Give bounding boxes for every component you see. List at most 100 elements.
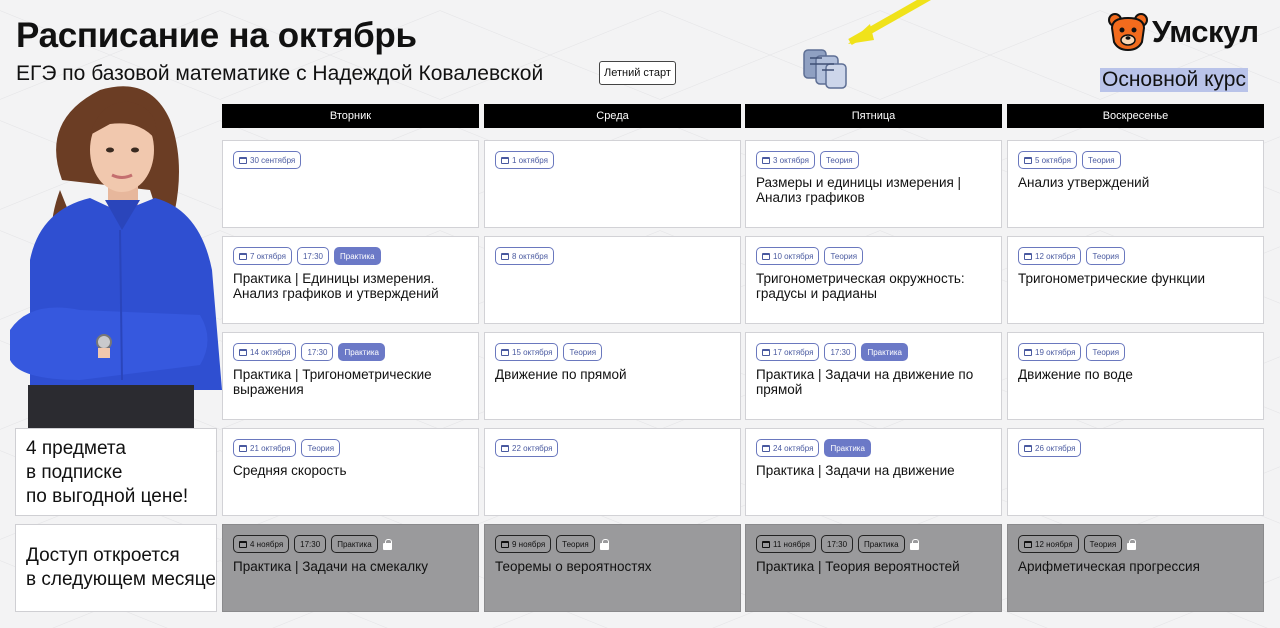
access-line: в следующем месяце (26, 569, 216, 590)
lesson-tags: 3 октября Теория (756, 151, 991, 169)
lesson-title: Арифметическая прогрессия (1018, 559, 1200, 574)
date-tag: 14 октября (233, 343, 297, 361)
time-tag: 17:30 (821, 535, 854, 553)
lesson-card[interactable]: 7 октября 17:30 Практика Практика | Единицы… (222, 236, 479, 324)
lesson-title: Анализ утверждений (1018, 175, 1150, 190)
subscription-promo: 4 предмета в подписке по выгодной цене! (15, 428, 217, 516)
lesson-tags: 21 октября Теория (233, 439, 468, 457)
lesson-card[interactable]: 4 ноября 17:30 Практика Практика | Задачи н… (222, 524, 479, 612)
time-tag: 17:30 (824, 343, 857, 361)
page-title: Расписание на октябрь (16, 16, 417, 55)
date-tag: 8 октября (495, 247, 554, 265)
day-header-tuesday: Вторник (222, 104, 479, 128)
access-line: Доступ откроется (26, 545, 180, 566)
lesson-tags: 14 октября 17:30 Практика (233, 343, 468, 361)
lesson-type-tag: Теория (1086, 247, 1126, 265)
lesson-title: Средняя скорость (233, 463, 347, 478)
lesson-tags: 8 октября (495, 247, 730, 265)
lesson-card[interactable]: 14 октября 17:30 Практика Практика | Тригон… (222, 332, 479, 420)
course-label: Основной курс (1100, 68, 1248, 92)
lesson-card[interactable]: 21 октября Теория Средняя скорость (222, 428, 479, 516)
lesson-card[interactable]: 11 ноября 17:30 Практика Практика | Теория … (745, 524, 1002, 612)
lesson-date: 1 октября (512, 155, 548, 165)
lesson-type-tag: Теория (819, 151, 859, 169)
lesson-card[interactable]: 10 октября Теория Тригонометрическая окруж… (745, 236, 1002, 324)
lesson-tags: 26 октября (1018, 439, 1253, 457)
lock-icon (1127, 538, 1137, 550)
lesson-title: Движение по воде (1018, 367, 1133, 382)
brand-name: Умскул (1152, 14, 1259, 49)
lesson-card[interactable]: 8 октября (484, 236, 741, 324)
date-tag: 26 октября (1018, 439, 1082, 457)
lesson-tags: 11 ноября 17:30 Практика (756, 535, 991, 553)
time-tag: 17:30 (294, 535, 327, 553)
lesson-date: 8 октября (512, 251, 548, 261)
calendar-icon (1024, 348, 1032, 356)
date-tag: 24 октября (756, 439, 820, 457)
lesson-tags: 12 ноября Теория (1018, 535, 1253, 553)
lesson-date: 22 октября (512, 443, 553, 453)
date-tag: 3 октября (756, 151, 815, 169)
lesson-card[interactable]: 24 октября Практика Практика | Задачи на д… (745, 428, 1002, 516)
lesson-type-tag: Теория (563, 343, 603, 361)
lesson-date: 15 октября (512, 347, 553, 357)
lesson-card[interactable]: 26 октября (1007, 428, 1264, 516)
lesson-tags: 15 октября Теория (495, 343, 730, 361)
promo-line: по выгодной цене! (26, 486, 189, 507)
lesson-tags: 24 октября Практика (756, 439, 991, 457)
lesson-title: Размеры и единицы измерения | Анализ гра… (756, 175, 962, 205)
calendar-icon (762, 252, 770, 260)
lesson-date: 5 октября (1035, 155, 1071, 165)
season-chip: Летний старт (599, 61, 676, 85)
calendar-icon (239, 444, 247, 452)
lesson-card[interactable]: 17 октября 17:30 Практика Практика | Задачи… (745, 332, 1002, 420)
lesson-card[interactable]: 9 ноября Теория Теоремы о вероятностях (484, 524, 741, 612)
access-note: Доступ откроется в следующем месяце (15, 524, 217, 612)
date-tag: 30 сентября (233, 151, 302, 169)
lesson-date: 12 ноября (1035, 539, 1073, 549)
lesson-card[interactable]: 1 октября (484, 140, 741, 228)
calendar-icon (762, 348, 770, 356)
calendar-icon (501, 348, 509, 356)
date-tag: 21 октября (233, 439, 297, 457)
date-tag: 15 октября (495, 343, 559, 361)
lesson-title: Практика | Задачи на движение по прямой (756, 367, 974, 397)
lesson-card[interactable]: 30 сентября (222, 140, 479, 228)
lesson-date: 26 октября (1035, 443, 1076, 453)
lesson-date: 11 ноября (773, 539, 810, 549)
calendar-icon (501, 444, 509, 452)
teacher-photo (10, 86, 222, 428)
calendar-icon (762, 540, 770, 548)
lesson-title: Практика | Теория вероятностей (756, 559, 960, 574)
lesson-title: Практика | Задачи на движение (756, 463, 955, 478)
lesson-card[interactable]: 12 ноября Теория Арифметическая прогрессия (1007, 524, 1264, 612)
calendar-icon (1024, 444, 1032, 452)
calendar-icon (1024, 540, 1032, 548)
lesson-title: Движение по прямой (495, 367, 627, 382)
lesson-card[interactable]: 5 октября Теория Анализ утверждений (1007, 140, 1264, 228)
lesson-title: Тригонометрическая окружность: градусы и… (756, 271, 965, 301)
lesson-date: 10 октября (773, 251, 814, 261)
lesson-card[interactable]: 12 октября Теория Тригонометрические функц… (1007, 236, 1264, 324)
lesson-tags: 5 октября Теория (1018, 151, 1253, 169)
lesson-tags: 19 октября Теория (1018, 343, 1253, 361)
lesson-card[interactable]: 19 октября Теория Движение по воде (1007, 332, 1264, 420)
date-tag: 10 октября (756, 247, 820, 265)
lesson-type-tag: Теория (556, 535, 595, 553)
lesson-date: 14 октября (250, 347, 291, 357)
lesson-card[interactable]: 15 октября Теория Движение по прямой (484, 332, 741, 420)
date-tag: 11 ноября (756, 535, 816, 553)
lesson-title: Практика | Тригонометрические выражения (233, 367, 432, 397)
lesson-card[interactable]: 22 октября (484, 428, 741, 516)
lesson-card[interactable]: 3 октября Теория Размеры и единицы измерен… (745, 140, 1002, 228)
date-tag: 1 октября (495, 151, 554, 169)
calendar-icon (762, 444, 770, 452)
calendar-icon (239, 156, 247, 164)
calendar-icon (762, 156, 770, 164)
calendar-icon (239, 252, 247, 260)
date-tag: 19 октября (1018, 343, 1082, 361)
calendar-icon (1024, 156, 1032, 164)
lesson-tags: 22 октября (495, 439, 730, 457)
lesson-date: 30 сентября (250, 155, 296, 165)
date-tag: 4 ноября (233, 535, 290, 553)
